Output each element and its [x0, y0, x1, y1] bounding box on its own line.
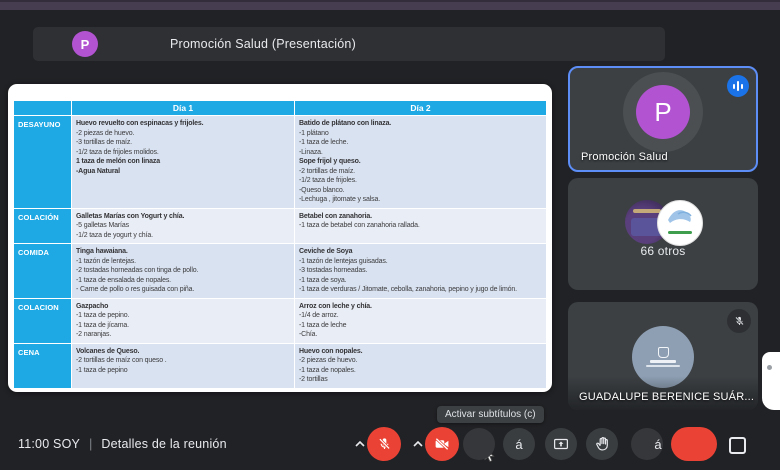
meal-cell-day2: Batido de plátano con linaza.-1 plátano-…	[295, 116, 546, 208]
captions-icon: á	[515, 437, 522, 452]
avatar: P	[623, 72, 703, 152]
mic-muted-icon	[727, 309, 751, 333]
more-options-button[interactable]: á	[631, 428, 663, 460]
meal-cell-day1: Huevo revuelto con espinacas y frijoles.…	[72, 116, 295, 208]
table-corner-cell	[14, 101, 72, 115]
meal-plan-table: Día 1 Día 2 DESAYUNOHuevo revuelto con e…	[14, 101, 546, 388]
mic-mute-button[interactable]	[367, 427, 401, 461]
meal-cell-day2: Arroz con leche y chía.-1/4 de arroz.-1 …	[295, 299, 546, 343]
raise-hand-icon	[594, 435, 611, 453]
meeting-details-link[interactable]: Detalles de la reunión	[101, 437, 226, 451]
mic-options-chevron[interactable]	[354, 439, 366, 449]
meal-cell-day1: Galletas Marías con Yogurt y chía.-5 gal…	[72, 209, 295, 244]
present-screen-icon	[552, 435, 570, 453]
avatar-letter: P	[81, 37, 90, 52]
browser-top-strip	[0, 0, 780, 10]
avatar: P	[72, 31, 98, 57]
leave-call-button[interactable]	[671, 427, 717, 461]
present-screen-button[interactable]	[545, 428, 577, 460]
meal-cell-day2: Betabel con zanahoria.-1 taza de betabel…	[295, 209, 546, 244]
column-header-day1: Día 1	[72, 101, 295, 115]
participant-name: Promoción Salud	[581, 151, 668, 163]
participant-tile-guadalupe[interactable]: GUADALUPE BERENICE SUÁR...	[568, 302, 758, 410]
raise-hand-button[interactable]	[586, 428, 618, 460]
meal-cell-day2: Ceviche de Soya-1 tazón de lentejas guis…	[295, 244, 546, 298]
captions-tooltip: Activar subtítulos (c)	[437, 406, 544, 423]
camera-off-button[interactable]	[425, 427, 459, 461]
meet-window: P Promoción Salud (Presentación) Día 1 D…	[0, 0, 780, 470]
participant-tile-promocion-salud[interactable]: P Promoción Salud	[568, 66, 758, 172]
participant-name: GUADALUPE BERENICE SUÁR...	[579, 391, 754, 403]
others-count-label: 66 otros	[568, 244, 758, 258]
table-row: COMIDATinga hawaiana.-1 tazón de lenteja…	[14, 243, 546, 298]
avatar	[657, 200, 703, 246]
captions-button[interactable]: á	[503, 428, 535, 460]
divider: |	[89, 436, 92, 451]
table-row: COLACIONGazpacho-1 taza de pepino.-1 taz…	[14, 298, 546, 343]
meal-row-label: COLACION	[14, 299, 72, 343]
table-row: DESAYUNOHuevo revuelto con espinacas y f…	[14, 115, 546, 208]
side-panel-edge[interactable]	[762, 352, 780, 410]
camera-options-chevron[interactable]	[412, 439, 424, 449]
presentation-slide: Día 1 Día 2 DESAYUNOHuevo revuelto con e…	[8, 84, 552, 392]
layout-window-icon[interactable]	[729, 437, 746, 454]
table-header-row: Día 1 Día 2	[14, 101, 546, 115]
meal-cell-day2: Huevo con nopales.-2 piezas de huevo.-1 …	[295, 344, 546, 388]
table-row: COLACIÓNGalletas Marías con Yogurt y chí…	[14, 208, 546, 244]
more-options-icon: á	[654, 437, 661, 452]
page-title: Promoción Salud (Presentación)	[170, 27, 356, 61]
meeting-info: 11:00 SOY | Detalles de la reunión	[18, 436, 227, 451]
meal-row-label: CENA	[14, 344, 72, 388]
participant-tile-others[interactable]: 66 otros	[568, 178, 758, 290]
meal-row-label: COLACIÓN	[14, 209, 72, 244]
column-header-day2: Día 2	[295, 101, 546, 115]
meal-cell-day1: Gazpacho-1 taza de pepino.-1 taza de jíc…	[72, 299, 295, 343]
avatar-letter: P	[654, 97, 671, 128]
table-row: CENAVolcanes de Queso.-2 tortillas de ma…	[14, 343, 546, 388]
meal-row-label: COMIDA	[14, 244, 72, 298]
meal-cell-day1: Volcanes de Queso.-2 tortillas de maíz c…	[72, 344, 295, 388]
presentation-header-bar: P Promoción Salud (Presentación)	[33, 27, 665, 61]
camera-off-icon	[433, 435, 451, 453]
meal-row-label: DESAYUNO	[14, 116, 72, 208]
reactions-button[interactable]	[463, 428, 495, 460]
audio-activity-icon	[727, 75, 749, 97]
meal-cell-day1: Tinga hawaiana.-1 tazón de lentejas.-2 t…	[72, 244, 295, 298]
mic-off-icon	[376, 436, 393, 453]
time-and-code-label: 11:00 SOY	[18, 437, 80, 451]
